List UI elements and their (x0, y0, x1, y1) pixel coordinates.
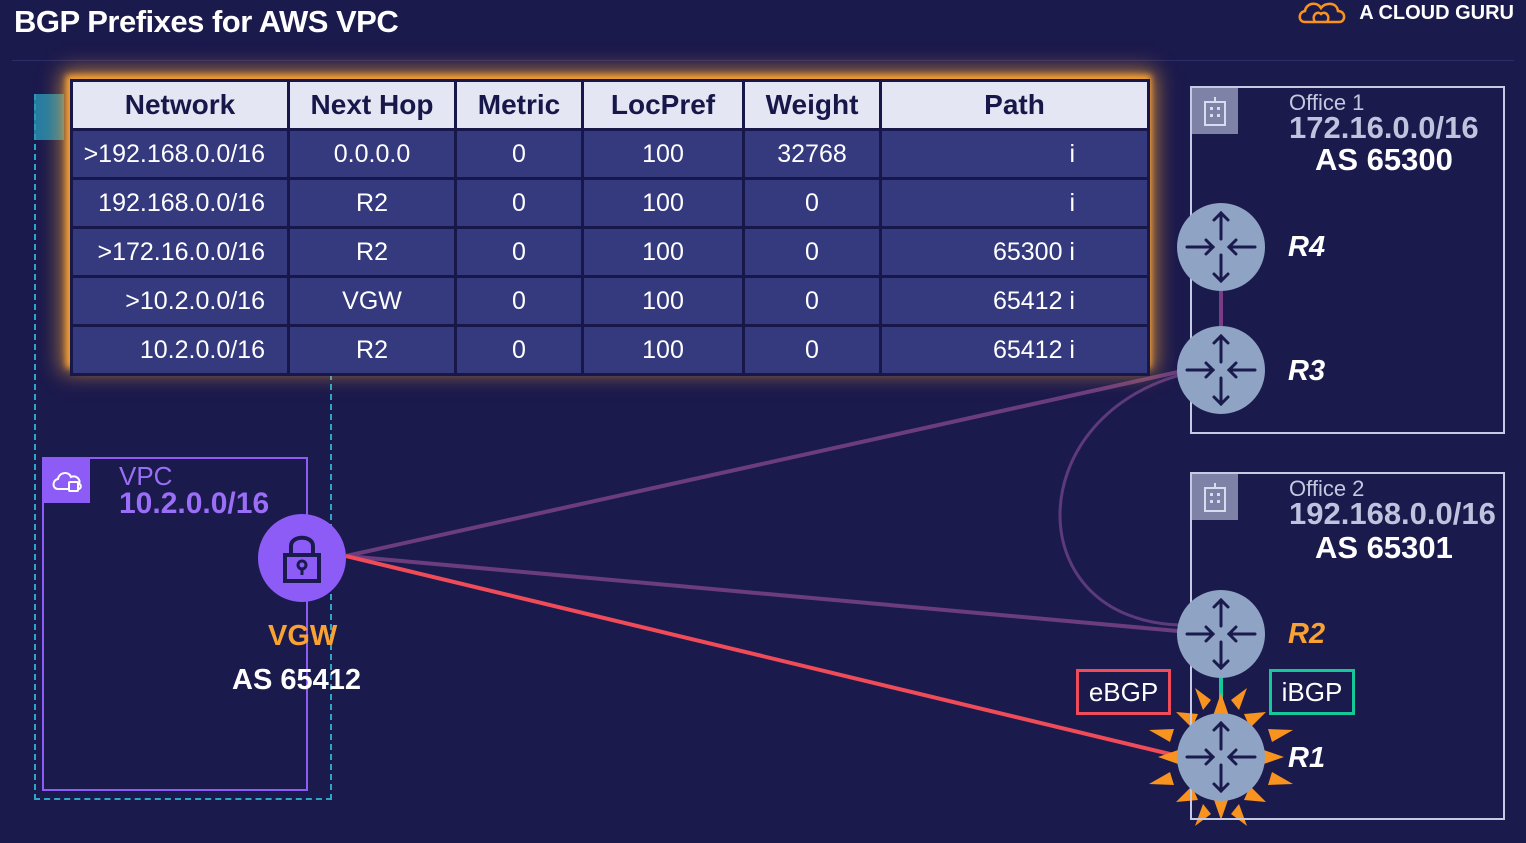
locpref-cell: 100 (581, 128, 745, 180)
network-cell: 10.2.0.0/16 (70, 324, 290, 376)
bgp-prefix-table: Network Next Hop Metric LocPref Weight P… (70, 79, 1150, 376)
metric-cell: 0 (454, 324, 584, 376)
path-cell: 65300 i (879, 226, 1150, 278)
router-label: R1 (1288, 742, 1326, 774)
vgw-r1-link (345, 554, 1179, 758)
vgw-as-number: AS 65412 (232, 664, 361, 696)
locpref-cell: 100 (581, 226, 745, 278)
vgw-r3-link (345, 370, 1179, 558)
cloud-lock-icon (44, 459, 90, 503)
table-row: >10.2.0.0/16 VGW 0 100 0 65412 i (70, 275, 1150, 327)
next-hop-cell: 0.0.0.0 (287, 128, 457, 180)
next-hop-cell: VGW (287, 275, 457, 327)
column-header: Metric (454, 79, 584, 131)
vgw-r2-link (345, 554, 1179, 633)
building-icon (1192, 474, 1238, 520)
router-icon (1185, 720, 1257, 794)
table-row: 10.2.0.0/16 R2 0 100 0 65412 i (70, 324, 1150, 376)
ebgp-tag: eBGP (1076, 669, 1171, 715)
locpref-cell: 100 (581, 324, 745, 376)
office-as-number: AS 65301 (1315, 530, 1453, 565)
router-r2 (1177, 590, 1265, 678)
router-icon (1185, 333, 1257, 407)
brand-name: A CLOUD GURU (1359, 1, 1514, 24)
weight-cell: 0 (742, 275, 882, 327)
metric-cell: 0 (454, 275, 584, 327)
next-hop-cell: R2 (287, 177, 457, 229)
table-row: >192.168.0.0/16 0.0.0.0 0 100 32768 i (70, 128, 1150, 180)
router-r1 (1177, 713, 1265, 801)
metric-cell: 0 (454, 177, 584, 229)
router-r3 (1177, 326, 1265, 414)
table-row: >172.16.0.0/16 R2 0 100 0 65300 i (70, 226, 1150, 278)
column-header: Network (70, 79, 290, 131)
vpc-cidr: 10.2.0.0/16 (119, 487, 270, 520)
router-label: R4 (1288, 231, 1326, 263)
metric-cell: 0 (454, 226, 584, 278)
vgw-label: VGW (268, 620, 338, 652)
column-header: LocPref (581, 79, 745, 131)
office-as-number: AS 65300 (1315, 142, 1453, 177)
cloud-logo-icon (1298, 2, 1346, 24)
column-header: Weight (742, 79, 882, 131)
path-cell: 65412 i (879, 324, 1150, 376)
weight-cell: 32768 (742, 128, 882, 180)
route-table-icon (34, 94, 64, 140)
router-r4 (1177, 203, 1265, 291)
weight-cell: 0 (742, 177, 882, 229)
network-cell: >172.16.0.0/16 (70, 226, 290, 278)
header-divider (12, 60, 1514, 61)
router-label: R2 (1288, 618, 1326, 650)
lock-icon (283, 535, 321, 583)
next-hop-cell: R2 (287, 226, 457, 278)
weight-cell: 0 (742, 324, 882, 376)
ibgp-tag: iBGP (1269, 669, 1355, 715)
path-cell: i (879, 128, 1150, 180)
weight-cell: 0 (742, 226, 882, 278)
network-cell: >10.2.0.0/16 (70, 275, 290, 327)
brand: A CLOUD GURU (1297, 0, 1514, 26)
network-cell: 192.168.0.0/16 (70, 177, 290, 229)
next-hop-cell: R2 (287, 324, 457, 376)
router-icon (1185, 597, 1257, 671)
office-cidr: 172.16.0.0/16 (1289, 110, 1479, 145)
router-label: R3 (1288, 355, 1326, 387)
page-title: BGP Prefixes for AWS VPC (14, 4, 399, 39)
locpref-cell: 100 (581, 177, 745, 229)
path-cell: i (879, 177, 1150, 229)
column-header: Next Hop (287, 79, 457, 131)
column-header: Path (879, 79, 1150, 131)
table-row: 192.168.0.0/16 R2 0 100 0 i (70, 177, 1150, 229)
network-cell: >192.168.0.0/16 (70, 128, 290, 180)
building-icon (1192, 88, 1238, 134)
metric-cell: 0 (454, 128, 584, 180)
path-cell: 65412 i (879, 275, 1150, 327)
vgw-node (258, 514, 346, 602)
table-header-row: Network Next Hop Metric LocPref Weight P… (70, 79, 1150, 131)
router-icon (1185, 210, 1257, 284)
office-cidr: 192.168.0.0/16 (1289, 496, 1496, 531)
locpref-cell: 100 (581, 275, 745, 327)
r3-r2-ibgp-arc (1058, 373, 1181, 627)
